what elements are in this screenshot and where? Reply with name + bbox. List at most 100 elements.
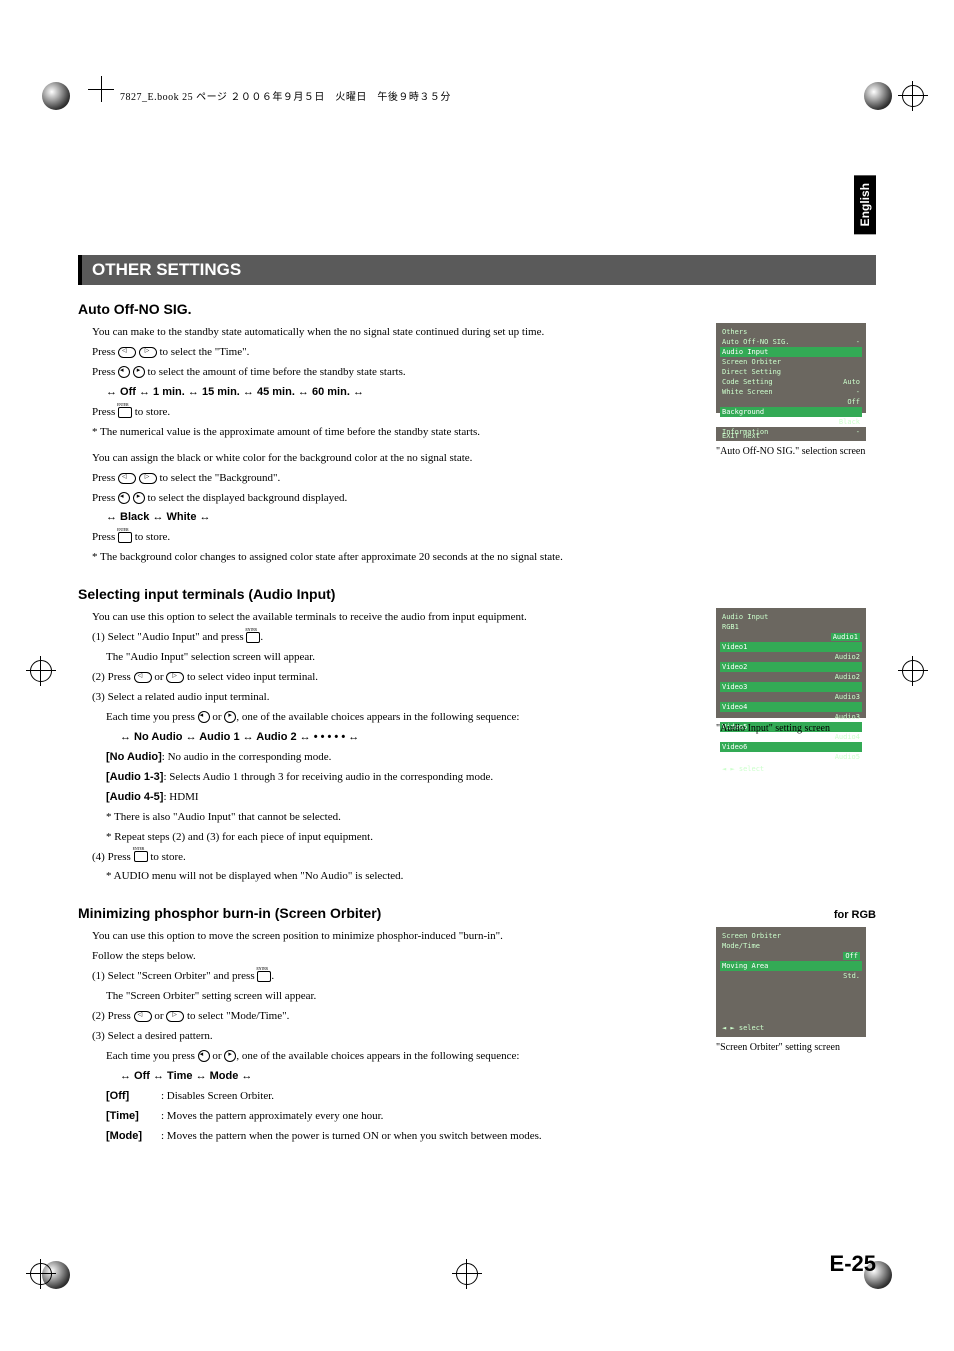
osd-row: Off bbox=[720, 951, 862, 961]
osd-row: Audio3 bbox=[720, 692, 862, 702]
body-text: The "Audio Input" selection screen will … bbox=[106, 650, 698, 666]
osd-row: Background bbox=[720, 407, 862, 417]
body-text: You can assign the black or white color … bbox=[92, 451, 698, 467]
audio-input-screenshot-col: Audio Input RGB1 Audio1 Video1 Audio2 Vi… bbox=[716, 608, 876, 889]
osd-row: Video6 bbox=[720, 742, 862, 752]
note-text: * Repeat steps (2) and (3) for each piec… bbox=[106, 830, 698, 846]
step-text: (2) Press or to select "Mode/Time". bbox=[92, 1009, 698, 1025]
body-text: Press to select the displayed background… bbox=[92, 491, 698, 507]
osd-title: Screen Orbiter bbox=[720, 931, 862, 941]
enter-button-icon bbox=[246, 632, 260, 643]
enter-button-icon bbox=[134, 851, 148, 862]
osd-row: Video1 bbox=[720, 642, 862, 652]
left-button-icon bbox=[118, 366, 130, 378]
screenshot-caption: "Auto Off-NO SIG." selection screen bbox=[716, 445, 876, 458]
down-button-icon bbox=[166, 672, 184, 683]
osd-others-menu: Others Auto Off-NO SIG.- Audio Input Scr… bbox=[716, 323, 866, 413]
reg-target-mr bbox=[902, 660, 924, 682]
print-header: 7827_E.book 25 ページ ２００６年９月５日 火曜日 午後９時３５分 bbox=[120, 88, 451, 103]
osd-hint: EXIT next bbox=[720, 431, 862, 441]
note-text: * The numerical value is the approximate… bbox=[92, 425, 698, 441]
sequence-text: ↔ No Audio ↔ Audio 1 ↔ Audio 2 ↔ • • • •… bbox=[120, 730, 698, 746]
body-text: Each time you press or , one of the avai… bbox=[106, 710, 698, 726]
osd-row: Video2 bbox=[720, 662, 862, 672]
down-button-icon bbox=[139, 347, 157, 358]
osd-row: White Screen- bbox=[720, 387, 862, 397]
language-side-tab: English bbox=[854, 175, 876, 234]
osd-row: Audio2 bbox=[720, 652, 862, 662]
body-text: You can use this option to select the av… bbox=[92, 610, 698, 626]
step-text: (3) Select a related audio input termina… bbox=[92, 690, 698, 706]
body-text: Press to select the "Background". bbox=[92, 471, 698, 487]
audio-input-body: You can use this option to select the av… bbox=[78, 608, 698, 889]
osd-row: Off bbox=[720, 397, 862, 407]
osd-row: Black bbox=[720, 417, 862, 427]
def-text: [Off]: Disables Screen Orbiter. bbox=[106, 1089, 698, 1105]
note-text: * The background color changes to assign… bbox=[92, 550, 698, 566]
step-text: (1) Select "Screen Orbiter" and press . bbox=[92, 969, 698, 985]
up-button-icon bbox=[118, 473, 136, 484]
up-button-icon bbox=[118, 347, 136, 358]
body-text: Press to select the amount of time befor… bbox=[92, 365, 698, 381]
enter-button-icon bbox=[257, 971, 271, 982]
right-button-icon bbox=[224, 711, 236, 723]
reg-target-bl bbox=[30, 1263, 52, 1285]
body-text: The "Screen Orbiter" setting screen will… bbox=[106, 989, 698, 1005]
reg-target-bc bbox=[456, 1263, 478, 1285]
def-text: [Mode]: Moves the pattern when the power… bbox=[106, 1129, 698, 1145]
right-button-icon bbox=[224, 1050, 236, 1062]
heading-audio-input: Selecting input terminals (Audio Input) bbox=[78, 586, 876, 602]
sequence-text: ↔ Off ↔ 1 min. ↔ 15 min. ↔ 45 min. ↔ 60 … bbox=[106, 385, 698, 401]
left-button-icon bbox=[198, 711, 210, 723]
step-text: (1) Select "Audio Input" and press . bbox=[92, 630, 698, 646]
sequence-text: ↔ Off ↔ Time ↔ Mode ↔ bbox=[120, 1069, 698, 1085]
right-button-icon bbox=[133, 492, 145, 504]
osd-row: Std. bbox=[720, 971, 862, 981]
body-text: Follow the steps below. bbox=[92, 949, 698, 965]
osd-row: Screen Orbiter bbox=[720, 357, 862, 367]
up-button-icon bbox=[134, 1011, 152, 1022]
body-text: You can make to the standby state automa… bbox=[92, 325, 698, 341]
osd-row: Video3 bbox=[720, 682, 862, 692]
screen-orbiter-screenshot-col: Screen Orbiter Mode/Time Off Moving Area… bbox=[716, 927, 876, 1148]
enter-button-icon bbox=[118, 407, 132, 418]
reg-target-ml bbox=[30, 660, 52, 682]
osd-hint: ◄ ► select bbox=[720, 764, 862, 774]
crop-tl bbox=[88, 76, 114, 102]
step-text: (2) Press or to select video input termi… bbox=[92, 670, 698, 686]
section-bar-title: OTHER SETTINGS bbox=[78, 255, 876, 285]
for-rgb-tag: for RGB bbox=[834, 909, 876, 921]
body-text: Press to select the "Time". bbox=[92, 345, 698, 361]
heading-screen-orbiter: Minimizing phosphor burn-in (Screen Orbi… bbox=[78, 905, 876, 921]
heading-auto-off: Auto Off-NO SIG. bbox=[78, 301, 876, 317]
print-ball-tr bbox=[864, 82, 892, 110]
right-button-icon bbox=[133, 366, 145, 378]
note-text: * There is also "Audio Input" that canno… bbox=[106, 810, 698, 826]
osd-row: Moving Area bbox=[720, 961, 862, 971]
content: OTHER SETTINGS Auto Off-NO SIG. You can … bbox=[78, 255, 876, 1149]
osd-row: Video4 bbox=[720, 702, 862, 712]
left-button-icon bbox=[118, 492, 130, 504]
down-button-icon bbox=[139, 473, 157, 484]
osd-row: Audio Input bbox=[720, 347, 862, 357]
osd-row: Audio2 bbox=[720, 672, 862, 682]
osd-title: Others bbox=[720, 327, 862, 337]
step-text: (3) Select a desired pattern. bbox=[92, 1029, 698, 1045]
osd-row: Mode/Time bbox=[720, 941, 862, 951]
osd-screen-orbiter-menu: Screen Orbiter Mode/Time Off Moving Area… bbox=[716, 927, 866, 1037]
def-text: [Audio 4-5]: HDMI bbox=[106, 790, 698, 806]
osd-row: Audio5 bbox=[720, 752, 862, 762]
section-audio-input: You can use this option to select the av… bbox=[78, 608, 876, 889]
osd-row: Audio1 bbox=[720, 632, 862, 642]
note-text: * AUDIO menu will not be displayed when … bbox=[106, 869, 698, 885]
reg-target-tr bbox=[902, 85, 924, 107]
section-screen-orbiter: You can use this option to move the scre… bbox=[78, 927, 876, 1148]
body-text: You can use this option to move the scre… bbox=[92, 929, 698, 945]
page-number: E-25 bbox=[830, 1251, 876, 1277]
def-text: [No Audio]: No audio in the correspondin… bbox=[106, 750, 698, 766]
body-text: Press to store. bbox=[92, 405, 698, 421]
osd-row: Auto Off-NO SIG.- bbox=[720, 337, 862, 347]
down-button-icon bbox=[166, 1011, 184, 1022]
screen-orbiter-body: You can use this option to move the scre… bbox=[78, 927, 698, 1148]
print-ball-tl bbox=[42, 82, 70, 110]
